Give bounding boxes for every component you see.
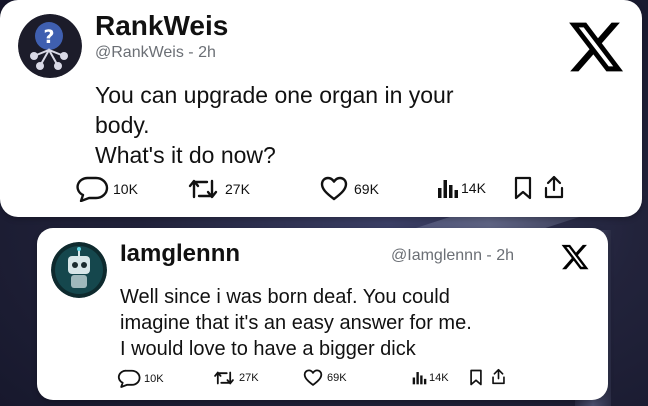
bookmark-button[interactable] <box>469 369 483 386</box>
author-name[interactable]: RankWeis <box>95 10 228 42</box>
like-button[interactable]: 69K <box>303 369 347 387</box>
views-icon <box>438 180 458 198</box>
action-bar: 10K 27K 69K 14K <box>117 366 517 392</box>
tweet-card-reply: Iamglennn @Iamglennn - 2h Well since i w… <box>37 228 608 400</box>
post-text-line: You can upgrade one organ in your <box>95 82 454 108</box>
views-button[interactable]: 14K <box>412 369 449 386</box>
repost-button[interactable]: 27K <box>213 369 259 387</box>
author-handle-time[interactable]: @RankWeis - 2h <box>95 44 216 62</box>
reply-icon <box>117 369 141 388</box>
share-button[interactable] <box>491 367 506 386</box>
author-handle-time[interactable]: @Iamglennn - 2h <box>391 247 514 265</box>
bookmark-icon <box>470 369 482 386</box>
repost-icon <box>188 179 218 199</box>
reply-text: Well since i was born deaf. You could im… <box>120 284 560 362</box>
like-icon <box>320 176 348 201</box>
avatar-robot-icon <box>51 242 107 298</box>
x-logo-icon <box>560 242 590 272</box>
bookmark-button[interactable] <box>513 176 533 200</box>
reply-text-line: I would love to have a bigger dick <box>120 338 416 360</box>
bookmark-icon <box>514 176 532 200</box>
avatar-question-icon: ? <box>18 14 82 78</box>
post-text: You can upgrade one organ in your body. … <box>95 80 535 170</box>
author-name[interactable]: Iamglennn <box>120 240 240 268</box>
views-icon <box>412 372 427 385</box>
action-bar: 10K 27K 69K 14K <box>75 174 575 204</box>
share-button[interactable] <box>543 174 565 200</box>
avatar[interactable] <box>51 242 107 298</box>
post-text-line: What's it do now? <box>95 142 276 168</box>
post-text-line: body. <box>95 112 150 138</box>
like-button[interactable]: 69K <box>320 176 379 202</box>
repost-button[interactable]: 27K <box>187 176 250 202</box>
share-icon <box>544 175 564 199</box>
reply-button[interactable]: 10K <box>75 176 138 202</box>
views-button[interactable]: 14K <box>437 176 486 200</box>
reply-count: 10K <box>113 181 138 197</box>
views-count: 14K <box>429 371 449 384</box>
reply-text-line: imagine that it's an easy answer for me. <box>120 312 472 334</box>
repost-icon <box>214 371 234 385</box>
like-count: 69K <box>354 181 379 197</box>
tweet-card-post: ? RankWeis @RankWeis - 2h You can upgrad… <box>0 0 642 217</box>
share-icon <box>492 368 505 385</box>
like-icon <box>303 369 323 386</box>
reply-count: 10K <box>144 372 164 385</box>
svg-text:?: ? <box>43 26 54 48</box>
reply-button[interactable]: 10K <box>117 369 164 388</box>
reply-icon <box>76 176 109 202</box>
x-logo-icon <box>566 17 626 77</box>
reply-text-line: Well since i was born deaf. You could <box>120 286 450 308</box>
avatar[interactable]: ? <box>18 14 82 78</box>
like-count: 69K <box>327 372 347 384</box>
repost-count: 27K <box>239 372 259 384</box>
views-count: 14K <box>461 180 486 196</box>
repost-count: 27K <box>225 181 250 197</box>
